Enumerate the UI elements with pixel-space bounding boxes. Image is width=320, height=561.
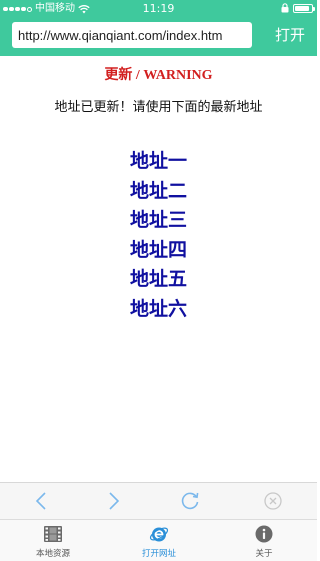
top-bar: 中国移动 11:19 打开 (0, 0, 317, 56)
chevron-right-icon (109, 492, 120, 510)
stop-button[interactable] (260, 489, 286, 513)
chevron-left-icon (35, 492, 46, 510)
address-link-5[interactable]: 地址五 (130, 265, 187, 295)
status-bar: 中国移动 11:19 (0, 0, 317, 18)
film-icon (44, 526, 62, 542)
battery-icon (293, 3, 315, 13)
address-link-6[interactable]: 地址六 (130, 295, 187, 325)
browser-e-icon (149, 527, 169, 542)
tab-label: 本地资源 (35, 549, 70, 559)
address-link-1[interactable]: 地址一 (130, 147, 187, 177)
forward-button[interactable] (101, 489, 127, 513)
clock: 11:19 (142, 2, 175, 15)
open-url-button[interactable]: 打开 (270, 24, 310, 46)
web-content: 更新 / WARNING 地址已更新！请使用下面的最新地址 地址一 地址二 地址… (0, 56, 317, 482)
refresh-icon (181, 492, 199, 510)
close-circle-icon (264, 492, 282, 510)
page-title: 更新 / WARNING (104, 68, 213, 83)
back-button[interactable] (28, 489, 54, 513)
address-link-4[interactable]: 地址四 (130, 236, 187, 266)
update-notice: 地址已更新！请使用下面的最新地址 (54, 100, 263, 115)
info-icon (255, 525, 273, 543)
tab-open-url[interactable]: 打开网址 (119, 524, 199, 560)
url-input[interactable] (12, 22, 252, 48)
address-link-list: 地址一 地址二 地址三 地址四 地址五 地址六 (0, 147, 317, 325)
tab-local-resources[interactable]: 本地资源 (13, 524, 93, 560)
tab-bar: 本地资源 打开网址 关于 (0, 519, 317, 561)
rotation-lock-icon (281, 3, 289, 13)
tab-label: 打开网址 (141, 549, 176, 559)
tab-label: 关于 (255, 549, 273, 559)
refresh-button[interactable] (177, 489, 203, 513)
address-link-3[interactable]: 地址三 (130, 206, 187, 236)
browser-toolbar (0, 482, 317, 519)
tab-about[interactable]: 关于 (224, 524, 304, 560)
address-link-2[interactable]: 地址二 (130, 177, 187, 207)
